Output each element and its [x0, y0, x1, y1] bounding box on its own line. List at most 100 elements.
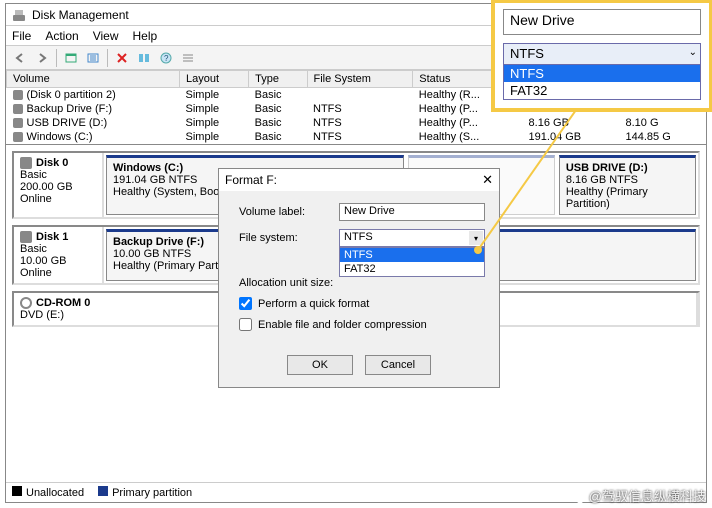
disk-name: Disk 1: [36, 231, 68, 243]
disk-state: Online: [20, 267, 52, 279]
close-icon[interactable]: ✕: [482, 172, 493, 188]
swatch-blue: [98, 486, 108, 496]
dialog-title: Format F:: [225, 173, 277, 187]
callout-dropdown: NTFS FAT32: [503, 65, 701, 100]
disk-drive-letter: DVD (E:): [20, 309, 64, 321]
dropdown-option-ntfs[interactable]: NTFS: [340, 248, 484, 262]
ok-button[interactable]: OK: [287, 355, 353, 375]
partition-state: Healthy (Primary Partition): [566, 186, 648, 210]
disk-size: 200.00 GB: [20, 181, 73, 193]
cell: 8.10 G: [620, 116, 706, 130]
forward-icon[interactable]: [32, 48, 52, 68]
quick-format-label: Perform a quick format: [258, 298, 369, 310]
list-icon[interactable]: [178, 48, 198, 68]
disk-state: Online: [20, 193, 52, 205]
zoom-callout: New Drive NTFS ⌄ NTFS FAT32: [491, 0, 712, 112]
callout-option-fat32[interactable]: FAT32: [504, 82, 700, 99]
divider: [56, 49, 57, 67]
callout-file-system-combo[interactable]: NTFS ⌄: [503, 43, 701, 65]
cell: Windows (C:): [27, 131, 93, 143]
cell: NTFS: [307, 102, 413, 116]
delete-icon[interactable]: [112, 48, 132, 68]
volume-label-input[interactable]: New Drive: [339, 203, 485, 221]
volume-icon: [13, 132, 23, 142]
disk-label[interactable]: Disk 0 Basic 200.00 GB Online: [14, 153, 104, 217]
compression-label: Enable file and folder compression: [258, 319, 427, 331]
volume-label-label: Volume label:: [239, 206, 339, 218]
disk-label[interactable]: Disk 1 Basic 10.00 GB Online: [14, 227, 104, 283]
window-title: Disk Management: [32, 8, 129, 22]
cell: 8.16 GB: [523, 116, 620, 130]
menu-action[interactable]: Action: [45, 29, 78, 43]
cancel-button[interactable]: Cancel: [365, 355, 431, 375]
cell: NTFS: [307, 130, 413, 144]
cell: Basic: [249, 116, 307, 130]
cell: NTFS: [307, 116, 413, 130]
col-fs[interactable]: File System: [307, 71, 413, 88]
cell: [307, 88, 413, 103]
cell: Basic: [249, 102, 307, 116]
disk-name: CD-ROM 0: [36, 297, 90, 309]
back-icon[interactable]: [10, 48, 30, 68]
menu-help[interactable]: Help: [133, 29, 158, 43]
callout-volume-label-input[interactable]: New Drive: [503, 9, 701, 35]
properties-icon[interactable]: [61, 48, 81, 68]
table-row[interactable]: USB DRIVE (D:) Simple Basic NTFS Healthy…: [7, 116, 706, 130]
dropdown-option-fat32[interactable]: FAT32: [340, 262, 484, 276]
chevron-down-icon: ▾: [469, 231, 483, 245]
cell: Simple: [180, 130, 249, 144]
cell: Healthy (P...: [413, 116, 523, 130]
legend-unallocated: Unallocated: [12, 486, 84, 499]
col-type[interactable]: Type: [249, 71, 307, 88]
partition-title: Backup Drive (F:): [113, 236, 204, 248]
format-dialog: Format F: ✕ Volume label: New Drive File…: [218, 168, 500, 388]
divider: [107, 49, 108, 67]
help-icon[interactable]: ?: [156, 48, 176, 68]
menu-file[interactable]: File: [12, 29, 31, 43]
swatch-black: [12, 486, 22, 496]
cell: 144.85 G: [620, 130, 706, 144]
legend-primary: Primary partition: [98, 486, 192, 499]
watermark: @驾驭信息纵横科技: [573, 486, 706, 505]
partition-size: 8.16 GB NTFS: [566, 174, 638, 186]
compression-checkbox[interactable]: [239, 318, 252, 331]
cell: Simple: [180, 88, 249, 103]
settings-icon[interactable]: [134, 48, 154, 68]
refresh-icon[interactable]: [83, 48, 103, 68]
quick-format-checkbox[interactable]: [239, 297, 252, 310]
partition-title: USB DRIVE (D:): [566, 162, 648, 174]
cell: Healthy (S...: [413, 130, 523, 144]
cell: Basic: [249, 88, 307, 103]
app-icon: [12, 8, 26, 22]
chevron-down-icon: ⌄: [689, 47, 697, 58]
paw-icon: [573, 491, 587, 505]
dialog-titlebar: Format F: ✕: [219, 169, 499, 191]
disk-size: 10.00 GB: [20, 255, 66, 267]
partition-title: Windows (C:): [113, 162, 183, 174]
col-layout[interactable]: Layout: [180, 71, 249, 88]
allocation-unit-label: Allocation unit size:: [239, 277, 339, 289]
cell: Simple: [180, 116, 249, 130]
cell: USB DRIVE (D:): [27, 117, 108, 129]
disk-type: Basic: [20, 169, 47, 181]
file-system-combo[interactable]: NTFS ▾ NTFS FAT32: [339, 229, 485, 247]
partition[interactable]: USB DRIVE (D:) 8.16 GB NTFS Healthy (Pri…: [559, 155, 696, 215]
file-system-label: File system:: [239, 232, 339, 244]
table-row[interactable]: Windows (C:) Simple Basic NTFS Healthy (…: [7, 130, 706, 144]
volume-icon: [13, 90, 23, 100]
partition-size: 10.00 GB NTFS: [113, 248, 191, 260]
cell: Basic: [249, 130, 307, 144]
disk-name: Disk 0: [36, 157, 68, 169]
disk-type: Basic: [20, 243, 47, 255]
cell: (Disk 0 partition 2): [27, 89, 116, 101]
volume-icon: [13, 104, 23, 114]
cell: 191.04 GB: [523, 130, 620, 144]
cdrom-icon: [20, 297, 32, 309]
partition-size: 191.04 GB NTFS: [113, 174, 197, 186]
callout-option-ntfs[interactable]: NTFS: [504, 65, 700, 82]
cell: Backup Drive (F:): [27, 103, 113, 115]
disk-icon: [20, 157, 32, 169]
menu-view[interactable]: View: [93, 29, 119, 43]
col-volume[interactable]: Volume: [7, 71, 180, 88]
svg-text:?: ?: [164, 54, 169, 63]
